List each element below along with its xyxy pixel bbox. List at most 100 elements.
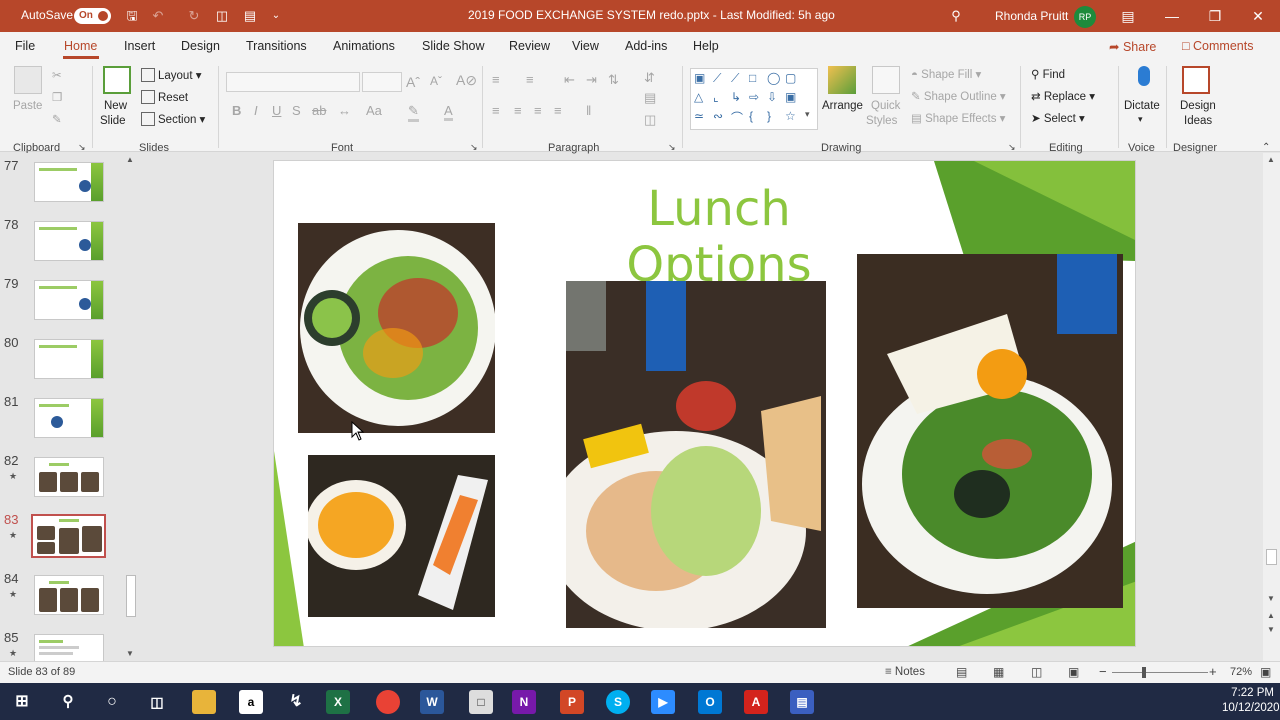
format-painter-icon[interactable]: ✎ xyxy=(52,112,62,126)
increase-indent-icon[interactable]: ⇥ xyxy=(586,72,597,88)
shadow-button[interactable]: S xyxy=(292,103,301,118)
app-window-icon[interactable]: ▤ xyxy=(790,690,814,714)
redo-icon[interactable]: ↻ xyxy=(186,8,202,24)
triangle-icon[interactable]: △ xyxy=(694,90,703,104)
tab-view[interactable]: View xyxy=(572,39,599,53)
shape-outline-button[interactable]: ✎ Shape Outline ▾ xyxy=(911,89,1006,103)
callout-icon[interactable]: ▣ xyxy=(785,90,796,104)
shapes-gallery[interactable]: ▣ ⟋ ⟋ □ ◯ ▢ △ ⌞ ↳ ⇨ ⇩ ▣ ≃ ∾ ⌒ { } ☆ ▾ xyxy=(690,68,818,130)
acrobat-icon[interactable]: A xyxy=(744,690,768,714)
avatar[interactable]: RP xyxy=(1074,6,1096,28)
dictate-button[interactable]: Dictate xyxy=(1124,100,1160,112)
bold-button[interactable]: B xyxy=(232,103,241,118)
quick-styles-button[interactable]: Quick xyxy=(871,100,900,112)
font-color-icon[interactable]: A xyxy=(444,103,453,121)
document-title[interactable]: 2019 FOOD EXCHANGE SYSTEM redo.pptx - La… xyxy=(468,8,835,22)
taskbar-clock[interactable]: 7:22 PM 10/12/2020 xyxy=(1222,686,1280,716)
scroll-down-icon[interactable]: ▼ xyxy=(126,649,134,658)
chrome-icon[interactable] xyxy=(376,690,400,714)
save-icon[interactable]: 🖫 xyxy=(124,8,140,24)
rounded-rect-icon[interactable]: ▢ xyxy=(785,71,796,85)
elbow-arrow-icon[interactable]: ↳ xyxy=(731,90,741,104)
zoom-slider-handle[interactable] xyxy=(1142,667,1146,678)
app-bolt-icon[interactable]: ↯ xyxy=(284,690,308,714)
align-right-icon[interactable]: ≡ xyxy=(534,103,542,118)
thumbnail-scrollbar[interactable]: ▲ ▼ xyxy=(124,155,138,660)
tab-insert[interactable]: Insert xyxy=(124,39,155,53)
slide-canvas[interactable]: Lunch Options xyxy=(273,160,1136,647)
photo-green-salad[interactable] xyxy=(857,254,1123,608)
font-launcher-icon[interactable]: ↘ xyxy=(470,142,478,153)
tab-file[interactable]: File xyxy=(15,39,35,53)
oval-icon[interactable]: ◯ xyxy=(767,71,780,85)
slide-scrollbar[interactable]: ▲ ▼ ▲ ▼ xyxy=(1263,153,1280,661)
zoom-app-icon[interactable]: ▶ xyxy=(651,690,675,714)
photo-fruit-cup[interactable] xyxy=(308,455,495,617)
slide-title[interactable]: Lunch Options xyxy=(549,181,889,293)
slide-thumbnail[interactable] xyxy=(34,221,104,261)
underline-button[interactable]: U xyxy=(272,103,281,118)
zoom-in-icon[interactable]: + xyxy=(1209,664,1217,679)
change-case-button[interactable]: Aa xyxy=(366,103,382,118)
design-ideas-button-2[interactable]: Ideas xyxy=(1184,115,1212,127)
right-brace-icon[interactable]: } xyxy=(767,109,771,123)
align-text-icon[interactable]: ▤ xyxy=(644,90,656,106)
clear-format-icon[interactable]: A⊘ xyxy=(456,72,477,89)
windows-start-icon[interactable]: ⊞ xyxy=(10,690,34,714)
columns-icon[interactable]: ‖ xyxy=(586,103,591,118)
fit-to-window-icon[interactable]: ▣ xyxy=(1260,665,1271,679)
app-icon[interactable]: □ xyxy=(469,690,493,714)
font-family-select[interactable] xyxy=(226,72,360,92)
new-slide-label[interactable]: New xyxy=(104,100,127,112)
search-icon[interactable]: ⚲ xyxy=(56,690,80,714)
shape-fill-button[interactable]: ◓ Shape Fill ▾ xyxy=(911,67,981,81)
paste-icon[interactable] xyxy=(14,66,42,94)
ribbon-display-icon[interactable]: ▤ xyxy=(1113,4,1143,28)
next-slide-icon[interactable]: ▼ xyxy=(1267,625,1275,634)
quick-styles-button-2[interactable]: Styles xyxy=(866,115,897,127)
comments-button[interactable]: □ Comments xyxy=(1182,39,1253,53)
customize-qat-icon[interactable]: ⌄ xyxy=(268,8,284,24)
tab-help[interactable]: Help xyxy=(693,39,719,53)
quick-styles-icon[interactable] xyxy=(872,66,900,94)
replace-button[interactable]: ⇄ Replace ▾ xyxy=(1031,89,1095,103)
align-left-icon[interactable]: ≡ xyxy=(492,103,500,118)
scroll-up-icon[interactable]: ▲ xyxy=(126,155,134,164)
tab-design[interactable]: Design xyxy=(181,39,220,53)
shape-effects-button[interactable]: ▤ Shape Effects ▾ xyxy=(911,111,1005,125)
close-icon[interactable]: ✕ xyxy=(1243,4,1273,28)
design-ideas-icon[interactable] xyxy=(1182,66,1210,94)
slideshow-view-icon[interactable]: ▣ xyxy=(1068,665,1079,679)
italic-button[interactable]: I xyxy=(254,103,258,118)
gallery-more-icon[interactable]: ▾ xyxy=(805,109,810,120)
photo-turkey-wrap[interactable] xyxy=(566,281,826,628)
file-explorer-icon[interactable] xyxy=(192,690,216,714)
right-arrow-icon[interactable]: ⇨ xyxy=(749,90,759,104)
task-view-icon[interactable]: ◫ xyxy=(145,690,169,714)
zoom-slider[interactable] xyxy=(1112,672,1208,673)
section-button[interactable]: Section ▾ xyxy=(141,112,205,126)
autosave-toggle[interactable]: On xyxy=(74,8,111,24)
slide-thumbnail[interactable] xyxy=(34,457,104,497)
slide-thumbnail[interactable] xyxy=(34,162,104,202)
user-name[interactable]: Rhonda Pruitt xyxy=(995,9,1068,23)
freeform-icon[interactable]: ≃ xyxy=(694,109,704,123)
text-direction-icon[interactable]: ⇵ xyxy=(644,70,655,86)
reset-button[interactable]: Reset xyxy=(141,90,188,104)
amazon-icon[interactable]: a xyxy=(239,690,263,714)
normal-view-icon[interactable]: ▤ xyxy=(956,665,967,679)
textbox-icon[interactable]: ▣ xyxy=(694,71,705,85)
tab-animations[interactable]: Animations xyxy=(333,39,395,53)
onenote-icon[interactable]: N xyxy=(512,690,536,714)
elbow-connector-icon[interactable]: ⌞ xyxy=(713,90,719,104)
select-button[interactable]: ➤ Select ▾ xyxy=(1031,111,1085,125)
skype-icon[interactable]: S xyxy=(606,690,630,714)
tab-home[interactable]: Home xyxy=(64,39,97,53)
layout-button[interactable]: Layout ▾ xyxy=(141,68,202,82)
justify-icon[interactable]: ≡ xyxy=(554,103,562,118)
decrease-indent-icon[interactable]: ⇤ xyxy=(564,72,575,88)
outlook-icon[interactable]: O xyxy=(698,690,722,714)
line-icon-2[interactable]: ⟋ xyxy=(731,71,739,86)
scroll-down-icon[interactable]: ▼ xyxy=(1267,594,1275,603)
arrange-icon[interactable] xyxy=(828,66,856,94)
